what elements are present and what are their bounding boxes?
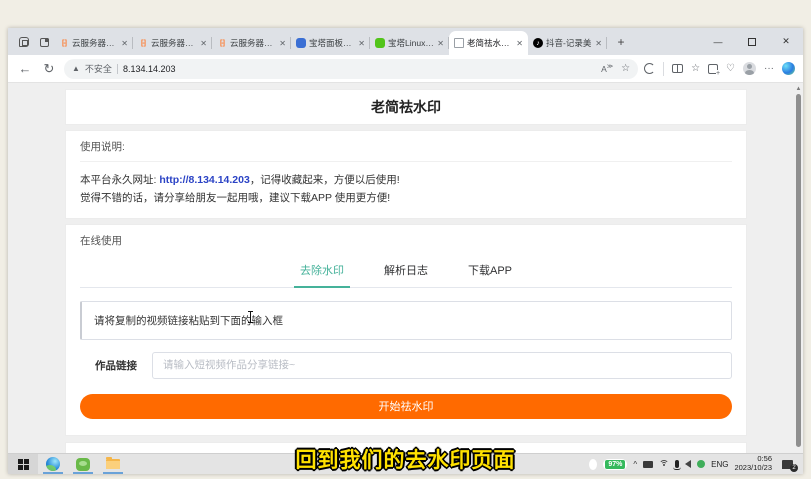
browser-tab[interactable]: 宝塔面板_首页✕: [291, 31, 370, 55]
security-label[interactable]: 不安全: [85, 62, 112, 75]
usage-line2: 觉得不错的话，请分享给朋友一起用哦，建议下载APP 使用更方便!: [80, 189, 732, 207]
favorite-star-icon[interactable]: ☆: [621, 63, 630, 74]
omnibox-divider: [117, 64, 118, 74]
tab-download-app[interactable]: 下载APP: [466, 262, 514, 287]
browser-window: [-]云服务器管理✕[-]云服务器管理✕[-]云服务器管理✕宝塔面板_首页✕宝塔…: [8, 28, 803, 474]
profile-avatar[interactable]: [743, 62, 756, 75]
browser-essentials-icon[interactable]: ♡: [726, 63, 735, 74]
toolbar-right-icons: ☆ ♡ ···: [644, 62, 795, 76]
cloud-console-favicon: [-]: [217, 38, 227, 48]
tab-title: 宝塔面板_首页: [309, 37, 355, 49]
tab-close-icon[interactable]: ✕: [595, 39, 602, 48]
subtitle-overlay: 回到我们的去水印页面: [0, 444, 811, 474]
douyin-favicon: ♪: [533, 38, 543, 48]
tab-title: 老简祛水印-在: [467, 37, 513, 49]
tab-strip: [-]云服务器管理✕[-]云服务器管理✕[-]云服务器管理✕宝塔面板_首页✕宝塔…: [8, 28, 803, 55]
baota-linux-favicon: [375, 38, 385, 48]
browser-tab[interactable]: 宝塔Linux面板✕: [370, 31, 449, 55]
online-use-card: 在线使用 去除水印 解析日志 下载APP 请将复制的视频链接粘贴到下面的输入框 …: [65, 224, 747, 436]
permanent-url-link[interactable]: http://8.134.14.203: [159, 174, 249, 186]
browser-tab[interactable]: [-]云服务器管理✕: [133, 31, 212, 55]
tab-actions-icon[interactable]: [34, 32, 54, 52]
security-warning-icon: ▲: [72, 64, 80, 73]
usage-line1: 本平台永久网址: http://8.134.14.203，记得收藏起来，方便以后…: [80, 171, 732, 189]
address-bar[interactable]: ▲ 不安全 8.134.14.203 A≫ ☆: [64, 59, 638, 79]
tab-title: 云服务器管理: [151, 37, 197, 49]
usage-card: 使用说明: 本平台永久网址: http://8.134.14.203，记得收藏起…: [65, 130, 747, 219]
tab-close-icon[interactable]: ✕: [437, 39, 444, 48]
tab-title: 云服务器管理: [230, 37, 276, 49]
split-screen-icon[interactable]: [672, 64, 683, 73]
browser-tab[interactable]: [-]云服务器管理✕: [54, 31, 133, 55]
window-controls: — ✕: [701, 28, 803, 55]
cloud-console-favicon: [-]: [59, 38, 69, 48]
baota-favicon: [296, 38, 306, 48]
page-content: 老简祛水印 使用说明: 本平台永久网址: http://8.134.14.203…: [8, 83, 803, 453]
back-button[interactable]: ←: [16, 61, 34, 76]
read-aloud-icon[interactable]: A≫: [601, 63, 613, 74]
browser-tab[interactable]: [-]云服务器管理✕: [212, 31, 291, 55]
collections-icon[interactable]: [708, 64, 718, 74]
extension-icon[interactable]: [644, 63, 655, 74]
paste-notice: 请将复制的视频链接粘贴到下面的输入框: [80, 301, 732, 340]
tab-close-icon[interactable]: ✕: [358, 39, 365, 48]
page-scrollbar[interactable]: ▲: [795, 85, 802, 451]
link-form-row: 作品链接: [80, 352, 732, 379]
usage-heading: 使用说明:: [80, 131, 732, 162]
more-icon[interactable]: ···: [764, 63, 774, 74]
minimize-button[interactable]: —: [701, 28, 735, 55]
video-link-input[interactable]: [152, 352, 732, 379]
document-favicon: [454, 38, 464, 48]
link-label: 作品链接: [80, 358, 152, 373]
online-use-heading: 在线使用: [80, 225, 732, 262]
scrollbar-thumb[interactable]: [796, 94, 801, 447]
maximize-button[interactable]: [735, 28, 769, 55]
close-button[interactable]: ✕: [769, 28, 803, 55]
browser-tabs: [-]云服务器管理✕[-]云服务器管理✕[-]云服务器管理✕宝塔面板_首页✕宝塔…: [54, 28, 607, 55]
browser-tab[interactable]: ♪抖音-记录美✕: [528, 31, 607, 55]
new-tab-button[interactable]: +: [611, 32, 631, 52]
tab-remove-watermark[interactable]: 去除水印: [298, 262, 346, 287]
favorites-icon[interactable]: ☆: [691, 63, 700, 74]
cloud-console-favicon: [-]: [138, 38, 148, 48]
start-remove-watermark-button[interactable]: 开始祛水印: [80, 394, 732, 419]
page-tabs: 去除水印 解析日志 下载APP: [80, 262, 732, 288]
page-title: 老简祛水印: [65, 89, 747, 125]
tab-parse-log[interactable]: 解析日志: [382, 262, 430, 287]
ibeam-cursor: [250, 311, 251, 323]
tab-close-icon[interactable]: ✕: [200, 39, 207, 48]
browser-toolbar: ← ↻ ▲ 不安全 8.134.14.203 A≫ ☆ ☆ ♡ ···: [8, 55, 803, 83]
tab-title: 云服务器管理: [72, 37, 118, 49]
reload-button[interactable]: ↻: [40, 61, 58, 77]
tab-title: 抖音-记录美: [546, 37, 592, 49]
tab-close-icon[interactable]: ✕: [516, 39, 523, 48]
url-text[interactable]: 8.134.14.203: [123, 64, 176, 74]
scrollbar-up-arrow[interactable]: ▲: [795, 85, 802, 93]
browser-tab[interactable]: 老简祛水印-在✕: [449, 31, 528, 55]
tab-close-icon[interactable]: ✕: [121, 39, 128, 48]
tab-title: 宝塔Linux面板: [388, 37, 434, 49]
toolbar-divider: [663, 62, 664, 76]
copilot-icon[interactable]: [782, 62, 795, 75]
tab-close-icon[interactable]: ✕: [279, 39, 286, 48]
workspaces-icon[interactable]: [14, 32, 34, 52]
